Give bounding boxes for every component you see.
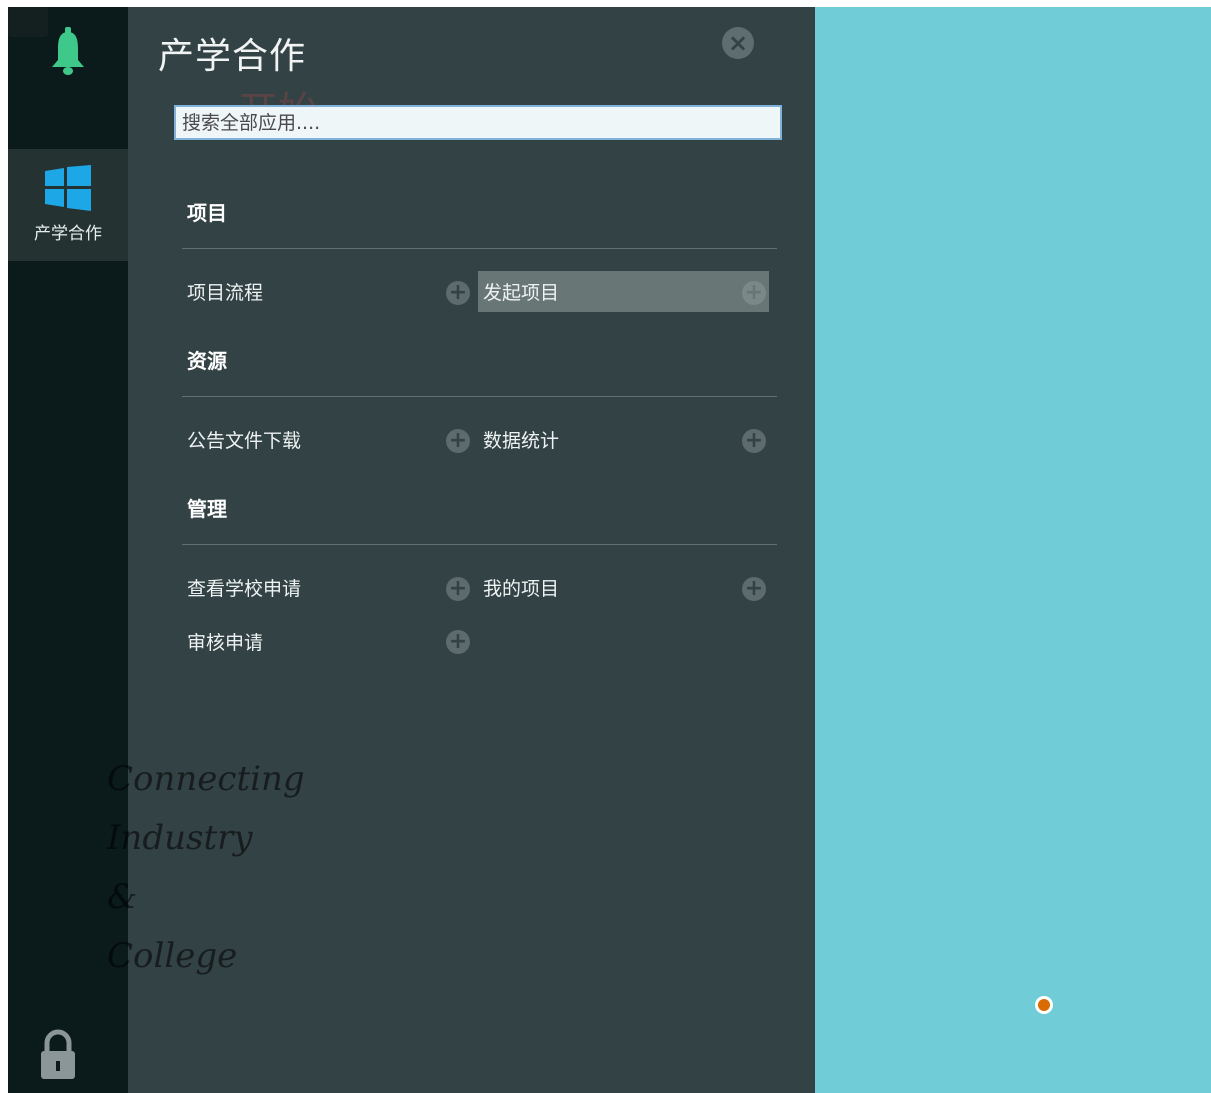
menu-item-announcements-download[interactable]: 公告文件下载	[187, 426, 301, 453]
status-dot	[1035, 996, 1053, 1014]
section-title-projects: 项目	[187, 201, 227, 225]
windows-icon	[45, 165, 91, 211]
menu-item-start-project[interactable]: 发起项目 +	[478, 271, 769, 312]
rail-notifications[interactable]	[8, 7, 128, 149]
menu-item-review-applications[interactable]: 审核申请	[187, 628, 263, 655]
rail-item-label: 产学合作	[34, 224, 102, 244]
rail-item-industry-college[interactable]: 产学合作	[8, 149, 128, 261]
slogan-line: Connecting	[107, 759, 305, 799]
divider	[182, 544, 777, 545]
slogan-line: &	[107, 877, 138, 917]
plus-circle-icon[interactable]: +	[446, 281, 470, 305]
menu-item-school-applications[interactable]: 查看学校申请	[187, 574, 301, 601]
window-corner-button[interactable]	[8, 7, 48, 37]
slogan-line: College	[107, 936, 238, 976]
divider	[182, 248, 777, 249]
desktop-background	[815, 7, 1211, 1093]
menu-item-statistics[interactable]: 数据统计	[483, 426, 559, 453]
divider	[182, 396, 777, 397]
plus-circle-icon[interactable]: +	[446, 577, 470, 601]
menu-item-my-projects[interactable]: 我的项目	[483, 574, 559, 601]
plus-circle-icon[interactable]: +	[742, 577, 766, 601]
plus-circle-icon[interactable]: +	[742, 429, 766, 453]
lock-icon[interactable]	[38, 1029, 78, 1081]
menu-item-label: 发起项目	[483, 282, 560, 304]
section-title-resources: 资源	[187, 349, 227, 373]
app-frame: 产学合作 开始 产学合作 × 项目 项目流程 + 发起项目 + 资源 公告文件下…	[8, 7, 1211, 1093]
slogan: Connecting Industry & College	[107, 759, 427, 995]
search-input[interactable]	[174, 105, 782, 140]
plus-circle-icon[interactable]: +	[742, 281, 766, 305]
slogan-line: Industry	[107, 818, 253, 858]
section-title-management: 管理	[187, 497, 227, 521]
plus-circle-icon[interactable]: +	[446, 429, 470, 453]
close-icon[interactable]: ×	[722, 27, 754, 59]
bell-icon[interactable]	[48, 27, 88, 77]
menu-item-project-flow[interactable]: 项目流程	[187, 278, 263, 305]
panel-title: 产学合作	[158, 36, 307, 77]
plus-circle-icon[interactable]: +	[446, 630, 470, 654]
